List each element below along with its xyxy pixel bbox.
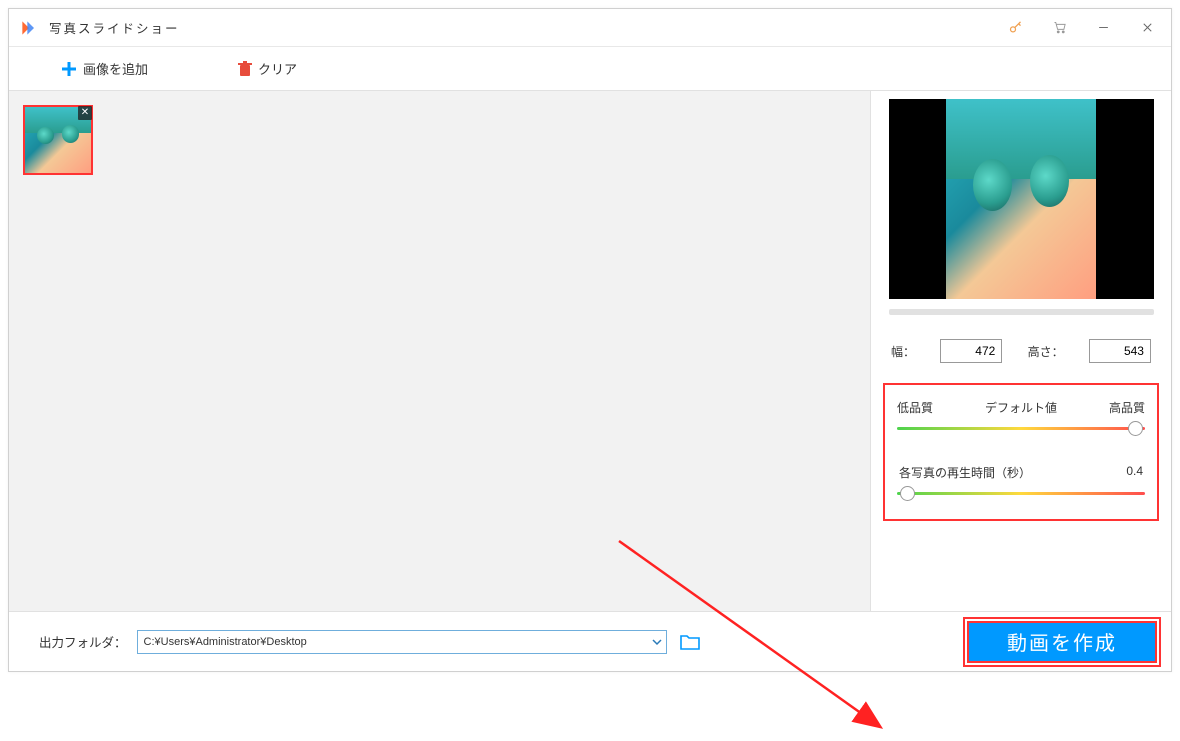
app-logo-icon [19,18,39,38]
key-button[interactable] [993,9,1037,47]
app-window: 写真スライドショー 画像を追加 クリア ✕ [8,8,1172,672]
plus-icon [61,61,77,77]
add-image-button[interactable]: 画像を追加 [61,59,148,78]
browse-folder-button[interactable] [679,631,701,653]
settings-highlight-box: 低品質 デフォルト値 高品質 各写真の再生時間（秒） 0.4 [883,383,1159,521]
toolbar: 画像を追加 クリア [9,47,1171,91]
side-panel: 幅： 高さ： 低品質 デフォルト値 高品質 各写真の再生時間（秒） 0.4 [871,91,1171,611]
chevron-down-icon [652,637,662,647]
thumbnail-item[interactable]: ✕ [23,105,93,175]
height-input[interactable] [1089,339,1151,363]
width-label: 幅： [891,343,915,360]
remove-thumbnail-button[interactable]: ✕ [78,106,92,120]
clear-button[interactable]: クリア [238,59,297,78]
quality-low-label: 低品質 [897,399,933,416]
trash-icon [238,61,252,77]
width-input[interactable] [940,339,1002,363]
quality-high-label: 高品質 [1109,399,1145,416]
window-title: 写真スライドショー [49,18,180,37]
duration-slider-thumb[interactable] [900,486,915,501]
titlebar: 写真スライドショー [9,9,1171,47]
duration-value: 0.4 [1126,464,1143,481]
dimensions-row: 幅： 高さ： [891,339,1151,363]
output-folder-label: 出力フォルダ： [39,632,127,651]
clear-label: クリア [258,59,297,78]
minimize-button[interactable] [1081,9,1125,47]
preview-progress-track[interactable] [889,309,1154,315]
quality-default-label: デフォルト値 [985,399,1057,416]
output-path-dropdown[interactable]: C:¥Users¥Administrator¥Desktop [137,630,667,654]
duration-slider[interactable] [897,487,1145,501]
add-image-label: 画像を追加 [83,59,148,78]
create-video-label: 動画を作成 [1007,627,1117,656]
preview-area [889,99,1154,299]
image-gallery[interactable]: ✕ [9,91,871,611]
quality-slider-thumb[interactable] [1128,421,1143,436]
bottom-bar: 出力フォルダ： C:¥Users¥Administrator¥Desktop 動… [9,611,1171,671]
close-button[interactable] [1125,9,1169,47]
cart-button[interactable] [1037,9,1081,47]
height-label: 高さ： [1028,343,1064,360]
duration-label: 各写真の再生時間（秒） [899,464,1031,481]
folder-icon [680,634,700,650]
create-video-button[interactable]: 動画を作成 [967,621,1157,663]
output-path-text: C:¥Users¥Administrator¥Desktop [144,636,652,648]
preview-image [946,99,1096,299]
quality-slider[interactable] [897,422,1145,436]
